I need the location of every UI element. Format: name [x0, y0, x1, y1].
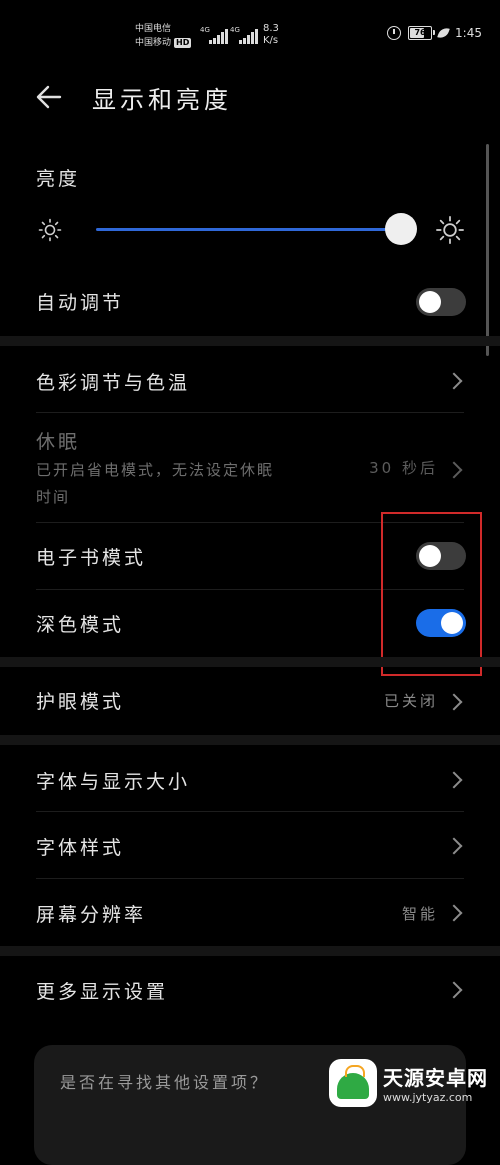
watermark-logo-icon: [329, 1059, 377, 1107]
color-temp-label: 色彩调节与色温: [36, 372, 191, 394]
chevron-right-icon: [445, 981, 463, 999]
font-size-row[interactable]: 字体与显示大小: [0, 745, 500, 811]
clock: 1:45: [455, 26, 482, 40]
carrier-2: 中国移动: [135, 38, 172, 48]
section-divider: [0, 735, 500, 745]
toggle-knob: [419, 291, 441, 313]
resolution-row[interactable]: 屏幕分辨率 智能: [0, 879, 500, 945]
chevron-right-icon: [445, 461, 463, 479]
carrier-1: 中国电信: [135, 24, 172, 34]
page-title: 显示和亮度: [92, 86, 232, 114]
font-style-row[interactable]: 字体样式: [0, 812, 500, 878]
sleep-label: 休眠: [36, 431, 81, 453]
watermark-url: www.jytyaz.com: [383, 1091, 473, 1104]
network-type-1: 4G: [200, 26, 210, 34]
brightness-label: 亮度: [36, 168, 81, 190]
font-style-label: 字体样式: [36, 837, 125, 859]
brightness-high-icon: [436, 216, 464, 244]
battery-icon: 76: [408, 26, 436, 40]
chevron-right-icon: [445, 693, 463, 711]
sleep-value: 30 秒后: [369, 459, 438, 477]
sleep-row: 休眠 已开启省电模式，无法设定休眠 时间 30 秒后: [0, 413, 500, 523]
section-divider: [0, 657, 500, 667]
signal-2-icon: 4G: [230, 26, 258, 44]
status-bar: 中国电信 中国移动 HD 4G 4G 8.3 K/s 76 1:45: [0, 0, 500, 72]
eye-care-value: 已关闭: [383, 692, 438, 710]
eye-care-label: 护眼模式: [36, 691, 125, 713]
power-saving-leaf-icon: [437, 25, 450, 41]
section-divider: [0, 946, 500, 956]
speed-value: 8.3: [263, 23, 279, 34]
annotation-highlight-box: [381, 512, 482, 676]
brightness-low-icon: [38, 218, 62, 242]
brightness-slider-track[interactable]: [96, 228, 401, 231]
section-divider: [0, 336, 500, 346]
auto-adjust-toggle[interactable]: [416, 288, 466, 316]
auto-adjust-label: 自动调节: [36, 292, 125, 314]
resolution-value: 智能: [401, 905, 438, 923]
status-right: 76 1:45: [387, 25, 482, 41]
battery-level: 76: [414, 28, 426, 37]
more-display-row[interactable]: 更多显示设置: [0, 956, 500, 1024]
resolution-label: 屏幕分辨率: [36, 904, 147, 926]
chevron-right-icon: [445, 837, 463, 855]
brightness-slider-thumb[interactable]: [385, 213, 417, 245]
eye-care-row[interactable]: 护眼模式 已关闭: [0, 667, 500, 735]
auto-adjust-row[interactable]: 自动调节: [0, 270, 500, 334]
network-type-2: 4G: [230, 26, 240, 34]
carrier-info: 中国电信 中国移动 HD: [135, 22, 192, 50]
signal-1-icon: 4G: [200, 26, 228, 44]
color-temp-row[interactable]: 色彩调节与色温: [0, 346, 500, 412]
watermark: 天源安卓网 www.jytyaz.com: [329, 1059, 488, 1107]
sleep-subtext-2: 时间: [36, 488, 71, 506]
ebook-mode-label: 电子书模式: [36, 547, 147, 569]
back-arrow-icon[interactable]: [34, 82, 64, 112]
alarm-icon: [387, 26, 402, 40]
speed-unit: K/s: [263, 35, 279, 46]
chevron-right-icon: [445, 904, 463, 922]
suggestion-title: 是否在寻找其他设置项？: [60, 1073, 270, 1092]
hd-badge: HD: [174, 38, 192, 48]
chevron-right-icon: [445, 372, 463, 390]
app-header: 显示和亮度: [0, 72, 500, 124]
network-speed: 8.3 K/s: [263, 23, 279, 47]
watermark-title: 天源安卓网: [383, 1066, 488, 1090]
chevron-right-icon: [445, 771, 463, 789]
sleep-subtext-1: 已开启省电模式，无法设定休眠: [36, 461, 275, 479]
more-display-label: 更多显示设置: [36, 981, 169, 1003]
dark-mode-label: 深色模式: [36, 614, 125, 636]
font-size-label: 字体与显示大小: [36, 771, 191, 793]
